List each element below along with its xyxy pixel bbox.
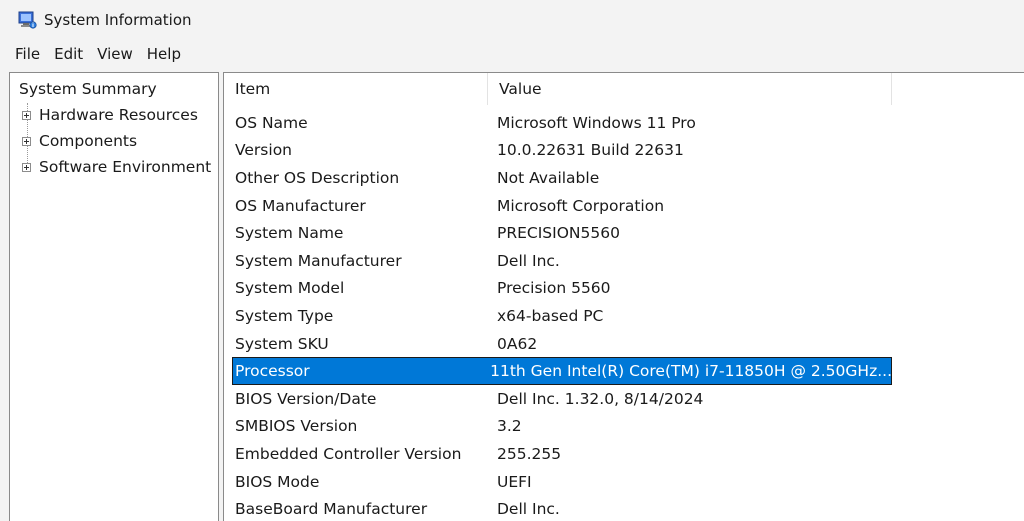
- expand-icon[interactable]: [22, 136, 31, 146]
- cell-item: Processor: [235, 362, 310, 381]
- menu-view[interactable]: View: [97, 42, 141, 66]
- cell-item: SMBIOS Version: [235, 417, 358, 436]
- menu-file[interactable]: File: [15, 42, 48, 66]
- tree-item-components[interactable]: Components: [22, 131, 137, 151]
- table-row[interactable]: System SKU 0A62: [224, 330, 1024, 358]
- cell-item: OS Name: [235, 113, 308, 132]
- menu-bar: File Edit View Help: [0, 41, 1024, 67]
- tree-item-software-environment[interactable]: Software Environment: [22, 157, 211, 177]
- window-title: System Information: [44, 11, 192, 29]
- cell-value: 11th Gen Intel(R) Core(TM) i7-11850H @ 2…: [490, 362, 892, 381]
- menu-edit[interactable]: Edit: [54, 42, 91, 66]
- cell-item: System SKU: [235, 334, 329, 353]
- category-tree[interactable]: System Summary Hardware Resources Compon…: [9, 72, 219, 521]
- table-row[interactable]: OS Manufacturer Microsoft Corporation: [224, 192, 1024, 220]
- cell-value: PRECISION5560: [497, 224, 620, 243]
- cell-item: OS Manufacturer: [235, 196, 366, 215]
- table-row[interactable]: BaseBoard Manufacturer Dell Inc.: [224, 495, 1024, 521]
- table-row[interactable]: OS Name Microsoft Windows 11 Pro: [224, 109, 1024, 137]
- table-row[interactable]: BIOS Version/Date Dell Inc. 1.32.0, 8/14/…: [224, 385, 1024, 413]
- cell-value: 0A62: [497, 334, 538, 353]
- tree-item-label: Software Environment: [39, 158, 212, 176]
- cell-value: Dell Inc.: [497, 251, 560, 270]
- tree-item-hardware-resources[interactable]: Hardware Resources: [22, 105, 198, 125]
- tree-item-system-summary[interactable]: System Summary: [18, 79, 158, 99]
- table-row[interactable]: SMBIOS Version 3.2: [224, 413, 1024, 441]
- cell-value: UEFI: [497, 472, 532, 491]
- cell-item: Version: [235, 141, 292, 160]
- column-header-value[interactable]: Value: [488, 73, 892, 105]
- cell-value: Precision 5560: [497, 279, 611, 298]
- cell-item: Embedded Controller Version: [235, 444, 462, 463]
- cell-item: System Type: [235, 306, 334, 325]
- column-header-item[interactable]: Item: [224, 73, 488, 105]
- tree-item-label: Hardware Resources: [39, 106, 198, 124]
- cell-value: x64-based PC: [497, 306, 604, 325]
- cell-item: BIOS Mode: [235, 472, 320, 491]
- details-list[interactable]: Item Value OS Name Microsoft Windows 11 P…: [223, 72, 1024, 521]
- cell-value: Microsoft Windows 11 Pro: [497, 113, 696, 132]
- cell-value: 255.255: [497, 444, 562, 463]
- cell-item: System Model: [235, 279, 345, 298]
- table-row[interactable]: Version 10.0.22631 Build 22631: [224, 137, 1024, 165]
- table-row[interactable]: Embedded Controller Version 255.255: [224, 440, 1024, 468]
- cell-value: 10.0.22631 Build 22631: [497, 141, 684, 160]
- menu-help[interactable]: Help: [147, 42, 189, 66]
- system-information-icon: [17, 10, 37, 30]
- cell-value: 3.2: [497, 417, 522, 436]
- system-information-window: System Information File Edit View Help S…: [0, 0, 1024, 521]
- table-row[interactable]: System Manufacturer Dell Inc.: [224, 247, 1024, 275]
- expand-icon[interactable]: [22, 110, 31, 120]
- list-header: Item Value: [224, 73, 892, 105]
- cell-value: Dell Inc.: [497, 500, 560, 519]
- cell-item: System Name: [235, 224, 344, 243]
- cell-item: System Manufacturer: [235, 251, 402, 270]
- cell-item: Other OS Description: [235, 168, 400, 187]
- cell-item: BaseBoard Manufacturer: [235, 500, 428, 519]
- cell-value: Dell Inc. 1.32.0, 8/14/2024: [497, 389, 704, 408]
- cell-value: Not Available: [497, 168, 600, 187]
- table-row[interactable]: System Name PRECISION5560: [224, 219, 1024, 247]
- tree-item-label: Components: [39, 132, 138, 150]
- cell-value: Microsoft Corporation: [497, 196, 665, 215]
- cell-item: BIOS Version/Date: [235, 389, 377, 408]
- table-row[interactable]: System Type x64-based PC: [224, 302, 1024, 330]
- table-row[interactable]: System Model Precision 5560: [224, 275, 1024, 303]
- list-rows: OS Name Microsoft Windows 11 Pro Version 10…: [224, 109, 1024, 521]
- expand-icon[interactable]: [22, 162, 31, 172]
- table-row-selected[interactable]: Processor 11th Gen Intel(R) Core(TM) i7-1…: [232, 357, 892, 385]
- table-row[interactable]: BIOS Mode UEFI: [224, 468, 1024, 496]
- title-bar[interactable]: System Information: [0, 0, 1024, 40]
- table-row[interactable]: Other OS Description Not Available: [224, 164, 1024, 192]
